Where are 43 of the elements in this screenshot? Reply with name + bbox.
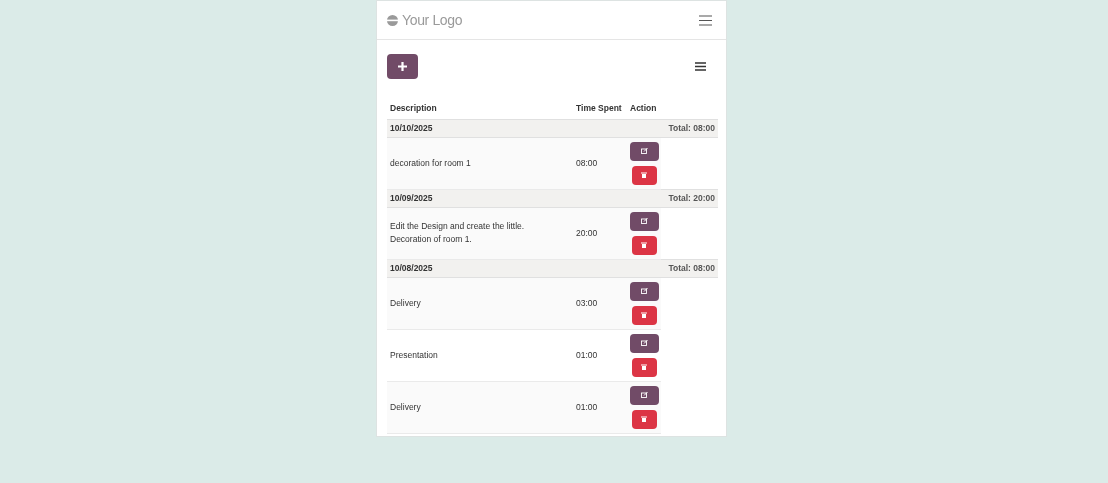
menu-icon[interactable]	[699, 14, 712, 26]
delete-button[interactable]	[631, 165, 657, 185]
edit-icon	[640, 218, 648, 224]
edit-button[interactable]	[629, 141, 659, 161]
column-header: Action	[630, 103, 657, 114]
description-text: Delivery	[390, 296, 422, 310]
trash-icon	[641, 242, 647, 248]
plus-icon	[398, 62, 407, 71]
edit-icon	[640, 148, 648, 154]
add-button[interactable]	[387, 54, 418, 79]
trash-icon	[641, 172, 647, 178]
time-text: 20:00	[576, 227, 598, 238]
edit-button[interactable]	[629, 385, 659, 405]
column-header: Description	[390, 103, 437, 114]
edit-icon	[640, 288, 648, 294]
trash-icon	[641, 364, 647, 370]
edit-button[interactable]	[629, 333, 659, 353]
edit-button[interactable]	[629, 281, 659, 301]
time-text: 08:00	[576, 157, 598, 168]
group-date-cell: 10/10/2025	[387, 119, 627, 137]
delete-button[interactable]	[631, 357, 657, 377]
list-icon[interactable]	[695, 62, 706, 71]
edit-icon	[640, 392, 648, 398]
time-text: 03:00	[576, 297, 598, 308]
time-text: 01:00	[576, 401, 598, 412]
delete-button[interactable]	[631, 305, 657, 325]
edit-icon	[640, 340, 648, 346]
trash-icon	[641, 416, 647, 422]
description-text: decoration for room 1	[390, 156, 472, 170]
time-text: 01:00	[576, 349, 598, 360]
trash-icon	[641, 312, 647, 318]
group-total-cell: Total: 20:00	[627, 189, 718, 207]
logo-icon	[386, 14, 399, 26]
column-header: Time Spent	[576, 103, 622, 114]
delete-button[interactable]	[631, 235, 657, 255]
description-text: Edit the Design and create the little. Decoration of room 1.	[390, 220, 526, 246]
group-total-cell: Total: 08:00	[627, 259, 718, 277]
description-text: Presentation	[390, 348, 439, 362]
delete-button[interactable]	[631, 409, 657, 429]
description-text: Delivery	[390, 400, 422, 414]
logo-text: Your Logo	[402, 10, 463, 30]
group-total-cell: Total: 08:00	[627, 119, 718, 137]
edit-button[interactable]	[629, 211, 659, 231]
